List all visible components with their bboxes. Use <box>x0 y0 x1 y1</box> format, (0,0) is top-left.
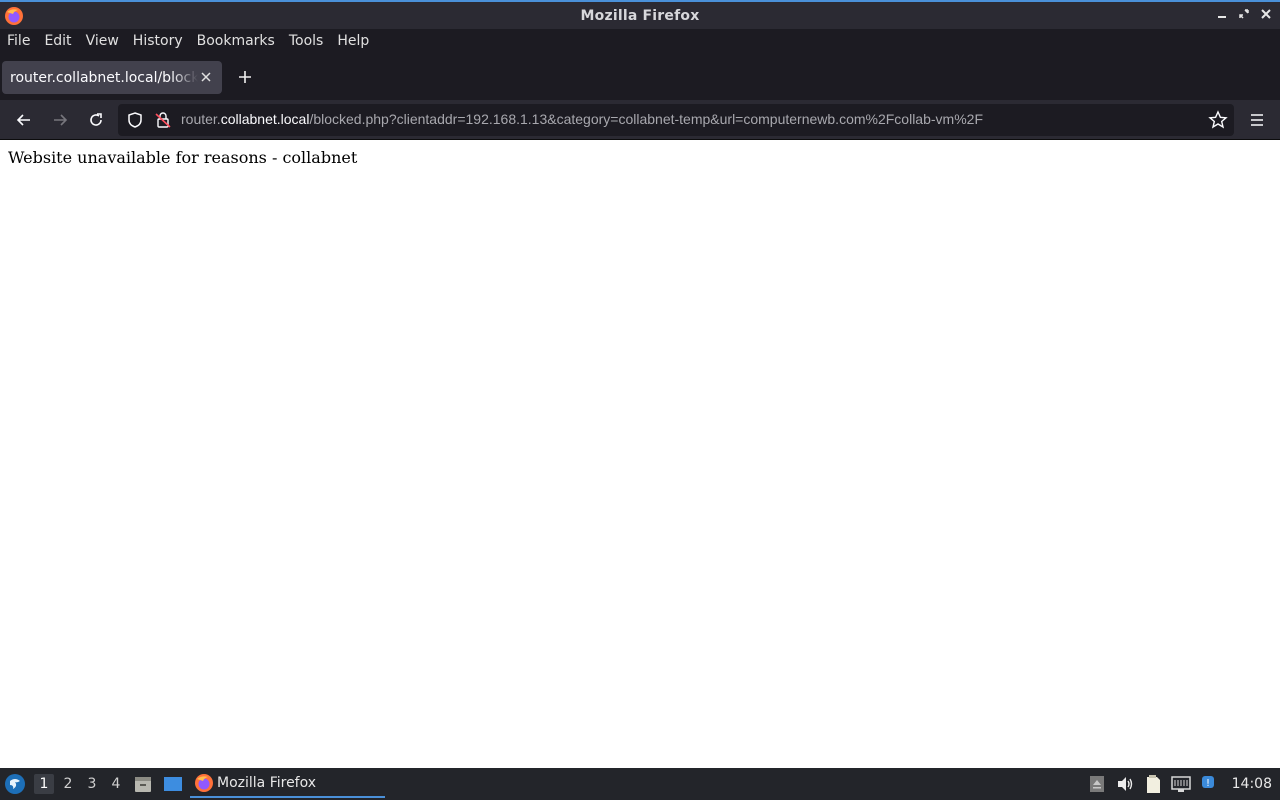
blocked-message: Website unavailable for reasons - collab… <box>8 148 358 167</box>
clock: 14:08 <box>1231 776 1272 792</box>
close-tab-icon[interactable] <box>198 68 214 86</box>
page-content: Website unavailable for reasons - collab… <box>0 141 1280 768</box>
url-text[interactable]: router.collabnet.local/blocked.php?clien… <box>181 111 983 127</box>
network-icon[interactable] <box>1170 773 1192 795</box>
reload-icon[interactable] <box>83 107 109 133</box>
firefox-icon <box>5 7 23 25</box>
workspace-2[interactable]: 2 <box>58 774 78 794</box>
bookmark-star-icon[interactable] <box>1208 110 1228 130</box>
window-titlebar: Mozilla Firefox <box>0 0 1280 29</box>
taskbar-item-label: Mozilla Firefox <box>217 775 317 791</box>
menu-edit[interactable]: Edit <box>44 33 71 49</box>
window-title: Mozilla Firefox <box>580 7 700 24</box>
forward-arrow-icon[interactable] <box>47 107 73 133</box>
file-manager-icon[interactable] <box>133 774 153 794</box>
menu-history[interactable]: History <box>133 33 183 49</box>
workspace-3[interactable]: 3 <box>82 774 102 794</box>
tab-active[interactable]: router.collabnet.local/blocked.php?clien… <box>2 61 222 94</box>
volume-icon[interactable] <box>1114 773 1136 795</box>
menu-bar: File Edit View History Bookmarks Tools H… <box>0 29 1280 53</box>
eject-icon[interactable] <box>1086 773 1108 795</box>
url-host: collabnet.local <box>220 111 310 127</box>
window-controls <box>1214 5 1274 23</box>
menu-tools[interactable]: Tools <box>289 33 324 49</box>
menu-file[interactable]: File <box>7 33 30 49</box>
menu-help[interactable]: Help <box>337 33 369 49</box>
insecure-lock-icon[interactable] <box>154 111 172 129</box>
taskbar: 1 2 3 4 Mozilla Firefox ! 14:08 <box>0 768 1280 800</box>
tab-strip: router.collabnet.local/blocked.php?clien… <box>0 53 1280 100</box>
tab-title: router.collabnet.local/blocked.php?clien… <box>10 69 198 86</box>
close-window-icon[interactable] <box>1258 5 1274 23</box>
system-tray: ! 14:08 <box>1086 768 1280 800</box>
url-path: /blocked.php?clientaddr=192.168.1.13&cat… <box>309 111 983 127</box>
menu-bookmarks[interactable]: Bookmarks <box>197 33 275 49</box>
url-prefix: router. <box>181 111 221 127</box>
back-arrow-icon[interactable] <box>11 107 37 133</box>
svg-text:!: ! <box>1206 778 1210 789</box>
menu-view[interactable]: View <box>86 33 119 49</box>
minimize-icon[interactable] <box>1214 5 1230 23</box>
show-desktop-icon[interactable] <box>162 774 184 794</box>
navigation-toolbar: router.collabnet.local/blocked.php?clien… <box>0 100 1280 140</box>
workspace-4[interactable]: 4 <box>106 774 126 794</box>
new-tab-icon[interactable] <box>234 66 256 88</box>
notification-icon[interactable]: ! <box>1198 773 1220 795</box>
tracking-shield-icon[interactable] <box>126 111 144 129</box>
clipboard-icon[interactable] <box>1142 773 1164 795</box>
address-bar[interactable]: router.collabnet.local/blocked.php?clien… <box>118 104 1234 136</box>
firefox-icon <box>195 774 213 792</box>
taskbar-firefox-item[interactable]: Mozilla Firefox <box>190 770 385 798</box>
workspace-1[interactable]: 1 <box>34 774 54 794</box>
hamburger-menu-icon[interactable] <box>1244 107 1270 133</box>
maximize-icon[interactable] <box>1236 5 1252 23</box>
start-menu-icon[interactable] <box>4 773 26 795</box>
